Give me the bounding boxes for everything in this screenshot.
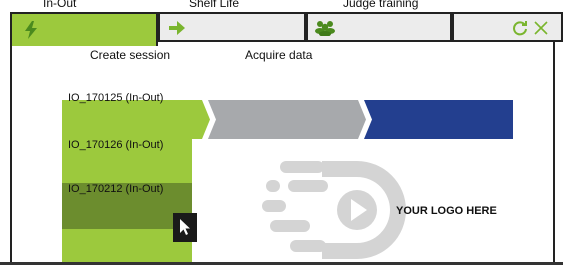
- logo-graphic: [262, 161, 406, 259]
- list-item-session-1[interactable]: IO_170125 (In-Out): [62, 92, 192, 104]
- group-users-icon[interactable]: [314, 20, 336, 36]
- tab-in-out[interactable]: [10, 12, 158, 46]
- subtab-acquire-data[interactable]: Acquire data: [245, 48, 312, 62]
- stage-progress: [190, 100, 513, 139]
- stage-blue-chevron: [364, 100, 513, 139]
- tab-label-shelf-life[interactable]: Shelf Life: [189, 0, 239, 10]
- tab-judge-training[interactable]: [306, 12, 452, 42]
- stage-gray-chevron: [208, 100, 366, 139]
- list-item-label: IO_170212 (In-Out): [68, 183, 164, 195]
- app-window: In-Out Shelf Life Judge training Create …: [0, 0, 563, 265]
- close-icon[interactable]: [534, 21, 548, 35]
- stage-green-chevron: [190, 100, 210, 139]
- tab-label-in-out[interactable]: In-Out: [43, 0, 76, 10]
- subtab-create-session[interactable]: Create session: [90, 48, 170, 62]
- lightning-icon: [25, 21, 37, 39]
- refresh-icon[interactable]: [512, 20, 528, 36]
- top-tab-bar: [10, 12, 563, 46]
- tab-label-judge-training[interactable]: Judge training: [343, 0, 418, 10]
- cursor-overlay: [173, 213, 197, 242]
- arrow-right-icon[interactable]: [168, 20, 186, 36]
- mouse-pointer-icon: [180, 219, 190, 235]
- list-item-session-2[interactable]: IO_170126 (In-Out): [62, 139, 192, 151]
- logo-text: YOUR LOGO HERE: [396, 205, 497, 217]
- tab-shelf-life[interactable]: [158, 12, 306, 42]
- tab-actions: [452, 12, 563, 42]
